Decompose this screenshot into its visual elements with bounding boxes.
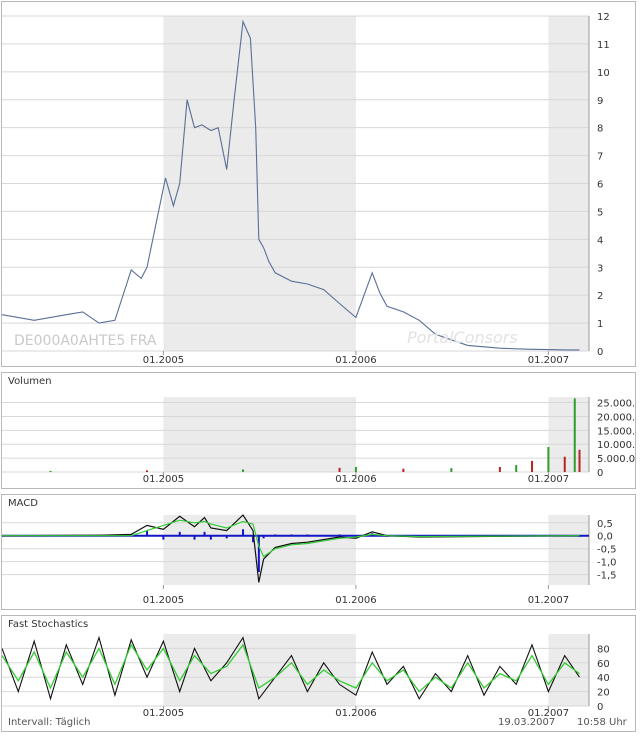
y-tick-label: 0 [597, 468, 603, 479]
x-tick-label: 01.2007 [528, 595, 569, 606]
volume-bar [547, 447, 550, 472]
y-tick-label: 3 [597, 263, 603, 274]
y-tick-label: 4 [597, 235, 603, 246]
y-tick-label: 1 [597, 319, 603, 330]
x-tick-label: 01.2006 [335, 355, 376, 366]
y-tick-label: 5.000.000 [597, 454, 635, 465]
x-tick-label: 01.2005 [143, 595, 184, 606]
price-chart: 012345678910111201.2005 01.2006 01.2007 [2, 12, 610, 366]
volume-bar [578, 449, 581, 472]
y-tick-label: 10 [597, 68, 610, 79]
volume-bar [498, 467, 501, 472]
volume-bar [49, 470, 52, 472]
watermark: PortalConsors [407, 328, 518, 347]
stochastics-chart: 80604020001.2005 01.2006 01.2007 [2, 634, 610, 719]
shaded-period [548, 397, 589, 472]
volume-bar [450, 468, 453, 472]
x-tick-label: 01.2007 [528, 355, 569, 366]
stoch-title: Fast Stochastics [8, 619, 89, 630]
x-tick-label: 01.2006 [335, 708, 376, 719]
interval-label: Intervall: Täglich [8, 717, 91, 728]
volume-chart: 0 5.000.000 10.000.000 15.000.000 20.000.000… [2, 397, 635, 485]
x-tick-label: 01.2006 [335, 474, 376, 485]
x-tick-label: 01.2005 [143, 474, 184, 485]
stoch-panel: 80 60 40 20 0 01.2005 01.2006 01.2007 Fast Stoc… [1, 615, 636, 732]
footer-date: 19.03.2007 [498, 717, 556, 728]
shaded-period [548, 634, 589, 706]
volume-bar [338, 467, 341, 472]
y-tick-label: 5 [597, 207, 603, 218]
y-tick-label: 40 [597, 673, 610, 684]
y-tick-label: 7 [597, 152, 603, 163]
y-tick-label: -1,5 [597, 571, 617, 582]
y-tick-label: -1,0 [597, 558, 617, 569]
macd-panel: 0,5 0,0 -0,5 -1,0 -1,5 01.2005 01.2006 01.2007 … [1, 494, 636, 610]
y-tick-label: 11 [597, 40, 610, 51]
macd-title: MACD [8, 498, 38, 509]
y-tick-label: 8 [597, 124, 603, 135]
y-tick-label: 0 [597, 702, 603, 713]
instrument-label: DE000A0AHTE5 FRA [14, 333, 157, 349]
y-tick-label: -0,5 [597, 545, 617, 556]
shaded-period [163, 397, 356, 472]
y-tick-label: 80 [597, 644, 610, 655]
volume-title: Volumen [8, 376, 52, 387]
volume-bar [354, 467, 357, 472]
x-tick-label: 01.2005 [143, 708, 184, 719]
y-tick-label: 9 [597, 96, 603, 107]
y-tick-label: 6 [597, 180, 603, 191]
y-tick-label: 10.000.000 [597, 440, 635, 451]
volume-bar [531, 460, 534, 472]
volume-bar [242, 469, 245, 472]
y-tick-label: 0,5 [597, 519, 613, 530]
y-tick-label: 0,0 [597, 532, 613, 543]
x-tick-label: 01.2007 [528, 474, 569, 485]
shaded-period [163, 634, 356, 706]
y-tick-label: 15.000.000 [597, 426, 635, 437]
y-tick-label: 12 [597, 12, 610, 23]
volume-panel: 0 5.000.000 10.000.000 15.000.000 20.000.000… [1, 372, 636, 489]
volume-bar [402, 468, 405, 472]
footer-time: 10:58 Uhr [577, 717, 627, 728]
macd-histogram-bar [257, 535, 260, 573]
y-tick-label: 60 [597, 659, 610, 670]
volume-bar [146, 470, 149, 472]
volume-bar [563, 456, 566, 472]
x-tick-label: 01.2006 [335, 595, 376, 606]
y-tick-label: 0 [597, 347, 603, 358]
macd-chart: 0,5 0,0 -0,5 -1,0 -1,5 01.2005 01.2006 01.2007 [2, 514, 617, 606]
y-tick-label: 2 [597, 291, 603, 302]
volume-bar [515, 465, 518, 472]
x-tick-label: 01.2005 [143, 355, 184, 366]
y-tick-label: 25.000.000 [597, 399, 635, 410]
price-panel: 0 1 2 3 4 5 6 7 8 9 10 11 12 01.2005 01.2006 01.2007 DE… [1, 1, 636, 367]
volume-bar [573, 398, 576, 472]
y-tick-label: 20 [597, 688, 610, 699]
y-tick-label: 20.000.000 [597, 412, 635, 423]
